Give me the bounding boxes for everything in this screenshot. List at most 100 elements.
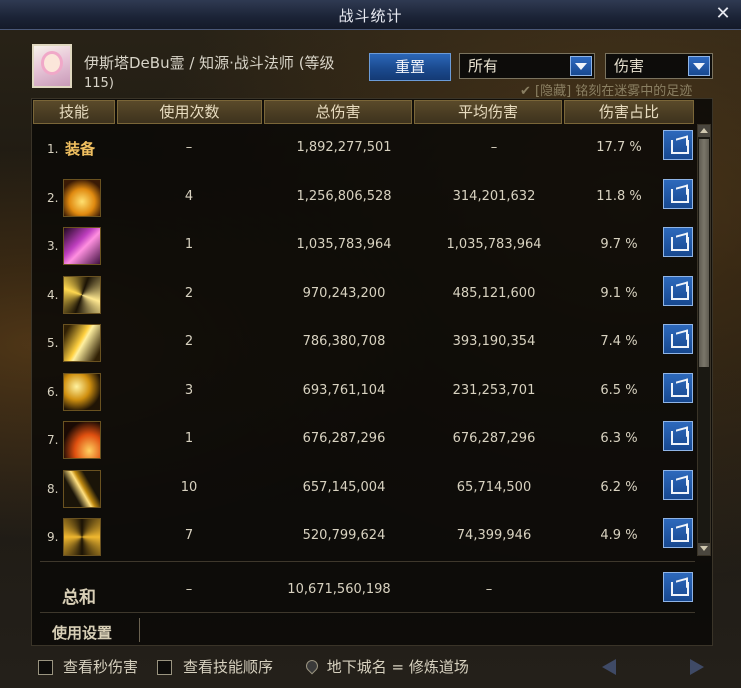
summary-label: 总和 [62, 588, 96, 608]
share-button[interactable] [663, 130, 693, 160]
total-damage: 676,287,296 [302, 431, 386, 446]
character-avatar [32, 44, 72, 88]
share-button[interactable] [663, 324, 693, 354]
whirlwind-icon [63, 518, 101, 556]
share-button[interactable] [663, 178, 693, 209]
lightning-slash-icon [63, 324, 101, 362]
average-damage: – [490, 140, 498, 155]
share-button[interactable] [663, 227, 693, 257]
chevron-down-icon[interactable] [688, 56, 710, 76]
view-order-label[interactable]: 查看技能顺序 [183, 656, 273, 677]
summary-share-button[interactable] [663, 572, 693, 602]
scroll-up-icon[interactable] [698, 125, 710, 137]
share-button[interactable] [663, 275, 693, 306]
column-header-skill: 技能 [33, 100, 115, 124]
view-dps-label[interactable]: 查看秒伤害 [63, 656, 138, 677]
stat-type-dropdown-value: 伤害 [614, 57, 645, 75]
average-damage: 1,035,783,964 [446, 237, 542, 252]
use-count: 10 [180, 479, 198, 495]
share-button[interactable] [663, 421, 693, 451]
summary-average: – [485, 582, 493, 597]
average-damage: 676,287,296 [452, 431, 536, 446]
dungeon-info: 地下城名 = 修炼道场 [303, 656, 469, 677]
next-page-icon[interactable] [684, 656, 708, 678]
summary-count: – [185, 582, 193, 597]
damage-ratio: 17.7 % [596, 140, 642, 155]
divider [139, 618, 140, 642]
row-number: 9. [47, 530, 59, 544]
total-damage: 657,145,004 [302, 479, 386, 495]
dungeon-name: 地下城名 = 修炼道场 [326, 658, 469, 676]
character-level: 115) [84, 76, 114, 91]
share-button[interactable] [663, 469, 693, 500]
column-header-count: 使用次数 [117, 100, 262, 124]
reset-button[interactable]: 重置 [369, 53, 451, 81]
scrollbar[interactable] [697, 124, 711, 556]
summary-total: 10,671,560,198 [287, 582, 391, 597]
filter-dropdown[interactable]: 所有 [459, 53, 595, 79]
average-damage: 314,201,632 [452, 188, 536, 204]
damage-ratio: 9.7 % [600, 237, 638, 252]
average-damage: 485,121,600 [452, 285, 536, 301]
table-row: 7. 1 676,287,296 676,287,296 6.3 % [31, 415, 696, 463]
share-button[interactable] [663, 518, 693, 548]
total-damage: 520,799,624 [302, 528, 386, 543]
column-header-total: 总伤害 [264, 100, 412, 124]
crescent-sweep-icon [63, 421, 101, 459]
use-count: 7 [184, 528, 194, 543]
row-number: 7. [47, 433, 59, 447]
damage-ratio: 6.3 % [600, 431, 638, 446]
column-header-average: 平均伤害 [414, 100, 562, 124]
column-header-ratio: 伤害占比 [564, 100, 694, 124]
table-row: 5. 2 786,380,708 393,190,354 7.4 % [31, 318, 696, 366]
golden-staff-icon [63, 469, 101, 508]
average-damage: 393,190,354 [452, 334, 536, 349]
damage-ratio: 6.2 % [600, 479, 638, 495]
use-count: 1 [184, 431, 194, 446]
average-damage: 231,253,701 [452, 382, 536, 398]
character-name: 伊斯塔DeBu霊 / 知源·战斗法师 (等级 [84, 54, 335, 72]
window-title: 战斗统计 [338, 7, 403, 25]
scroll-thumb[interactable] [699, 139, 709, 367]
skill-name: 装备 [65, 140, 96, 158]
purple-strike-icon [63, 227, 101, 265]
light-rays-icon [63, 275, 101, 314]
scroll-down-icon[interactable] [698, 543, 710, 555]
damage-ratio: 6.5 % [600, 382, 638, 398]
chevron-down-icon[interactable] [570, 56, 592, 76]
character-header: 伊斯塔DeBu霊 / 知源·战斗法师 (等级 115) 重置 所有 伤害 ✔ [… [0, 30, 741, 100]
prev-page-icon[interactable] [598, 656, 622, 678]
window-titlebar[interactable]: 战斗统计 ✕ [0, 0, 741, 30]
share-button[interactable] [663, 372, 693, 403]
use-count: 2 [184, 285, 194, 301]
view-dps-checkbox[interactable] [38, 660, 53, 675]
usage-settings-label: 使用设置 [52, 624, 113, 642]
row-number: 6. [47, 384, 59, 399]
use-count: 4 [184, 188, 194, 204]
average-damage: 65,714,500 [456, 479, 532, 495]
table-row: 8. 10 657,145,004 65,714,500 6.2 % [31, 464, 696, 512]
divider [40, 561, 695, 562]
total-damage: 1,035,783,964 [296, 237, 392, 252]
total-damage: 786,380,708 [302, 334, 386, 349]
table-row: 4. 2 970,243,200 485,121,600 9.1 % [31, 270, 696, 318]
location-pin-icon [303, 657, 321, 675]
row-number: 8. [47, 481, 59, 496]
average-damage: 74,399,946 [456, 528, 532, 543]
use-count: – [185, 140, 193, 155]
row-number: 2. [47, 190, 59, 205]
staff-sparks-icon [63, 372, 101, 411]
stat-type-dropdown[interactable]: 伤害 [605, 53, 713, 79]
damage-ratio: 9.1 % [600, 285, 638, 301]
view-order-checkbox[interactable] [157, 660, 172, 675]
table-row: 2. 4 1,256,806,528 314,201,632 11.8 % [31, 173, 696, 221]
table-row: 9. 7 520,799,624 74,399,946 4.9 % [31, 512, 696, 560]
close-icon[interactable]: ✕ [713, 4, 733, 24]
damage-ratio: 4.9 % [600, 528, 638, 543]
use-count: 2 [184, 334, 194, 349]
total-damage: 693,761,104 [302, 382, 386, 398]
row-number: 3. [47, 239, 59, 253]
total-damage: 1,892,277,501 [296, 140, 392, 155]
total-damage: 1,256,806,528 [296, 188, 392, 204]
use-count: 3 [184, 382, 194, 398]
